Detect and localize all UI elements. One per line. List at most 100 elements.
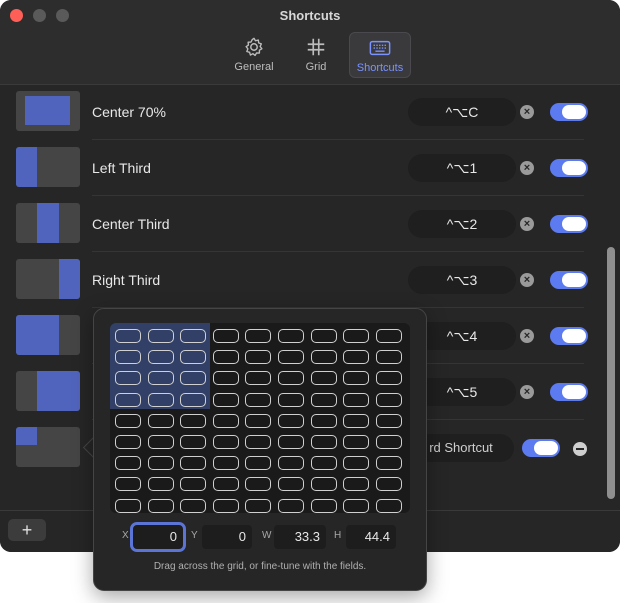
grid-cell[interactable] [147, 350, 174, 365]
grid-cell[interactable] [212, 413, 239, 428]
grid-cell[interactable] [375, 456, 402, 471]
enable-toggle[interactable] [550, 215, 588, 233]
shortcut-row[interactable]: Left Third ^⌥1 × [0, 140, 600, 196]
grid-cell[interactable] [343, 456, 370, 471]
scrollbar-thumb[interactable] [607, 247, 615, 499]
enable-toggle[interactable] [550, 383, 588, 401]
shortcut-recorder[interactable]: ^⌥2 [408, 210, 516, 238]
grid-cell[interactable] [245, 456, 272, 471]
clear-shortcut-icon[interactable]: × [520, 105, 534, 119]
grid-cell[interactable] [375, 392, 402, 407]
grid-cell[interactable] [343, 435, 370, 449]
enable-toggle[interactable] [550, 327, 588, 345]
grid-cell[interactable] [115, 413, 141, 428]
grid-cell[interactable] [245, 413, 272, 428]
add-button[interactable]: + [8, 519, 46, 541]
grid-cell[interactable] [278, 350, 304, 365]
clear-shortcut-icon[interactable]: × [520, 329, 534, 343]
grid-cell[interactable] [115, 350, 141, 365]
grid-cell[interactable] [310, 477, 337, 492]
grid-cell[interactable] [115, 498, 141, 513]
grid-cell[interactable] [343, 498, 370, 513]
clear-shortcut-icon[interactable]: × [520, 161, 534, 175]
enable-toggle[interactable] [550, 271, 588, 289]
grid-cell[interactable] [147, 371, 174, 386]
y-field[interactable]: 0 [202, 525, 252, 549]
grid-cell[interactable] [245, 392, 272, 407]
grid-cell[interactable] [278, 413, 304, 428]
grid-cell[interactable] [375, 350, 402, 365]
grid-cell[interactable] [278, 435, 304, 449]
grid-cell[interactable] [115, 456, 141, 471]
grid-cell[interactable] [212, 456, 239, 471]
grid-cell[interactable] [310, 413, 337, 428]
shortcut-row[interactable]: Center Third ^⌥2 × [0, 196, 600, 252]
grid-cell[interactable] [180, 456, 207, 471]
enable-toggle[interactable] [550, 103, 588, 121]
grid-cell[interactable] [180, 413, 207, 428]
grid-cell[interactable] [375, 329, 402, 343]
grid-cell[interactable] [147, 435, 174, 449]
grid-cell[interactable] [212, 329, 239, 343]
grid-cell[interactable] [375, 435, 402, 449]
clear-shortcut-icon[interactable]: × [520, 217, 534, 231]
grid-cell[interactable] [343, 329, 370, 343]
shortcut-recorder[interactable]: ^⌥3 [408, 266, 516, 294]
grid-cell[interactable] [278, 477, 304, 492]
shortcut-row[interactable]: Center 70% ^⌥C × [0, 84, 600, 140]
grid-cell[interactable] [343, 350, 370, 365]
grid-cell[interactable] [115, 329, 141, 343]
clear-shortcut-icon[interactable]: × [520, 273, 534, 287]
grid-cell[interactable] [278, 371, 304, 386]
grid-cell[interactable] [310, 329, 337, 343]
tab-general[interactable]: General [225, 32, 283, 78]
scrollbar[interactable] [606, 92, 616, 510]
grid-cell[interactable] [245, 371, 272, 386]
grid-cell[interactable] [310, 371, 337, 386]
remove-row-icon[interactable] [573, 442, 587, 456]
grid-cell[interactable] [278, 498, 304, 513]
grid-cell[interactable] [212, 435, 239, 449]
grid-cell[interactable] [310, 392, 337, 407]
grid-cell[interactable] [115, 435, 141, 449]
x-field[interactable]: 0 [130, 522, 186, 552]
grid-cell[interactable] [180, 329, 207, 343]
grid-cell[interactable] [245, 350, 272, 365]
grid-cell[interactable] [180, 350, 207, 365]
shortcut-recorder[interactable]: ^⌥1 [408, 154, 516, 182]
grid-cell[interactable] [180, 477, 207, 492]
grid-cell[interactable] [212, 392, 239, 407]
grid-cell[interactable] [147, 498, 174, 513]
grid-cell[interactable] [147, 392, 174, 407]
w-field[interactable]: 33.3 [274, 525, 326, 549]
grid-cell[interactable] [310, 350, 337, 365]
grid-cell[interactable] [115, 477, 141, 492]
grid-cell[interactable] [180, 498, 207, 513]
grid-cell[interactable] [147, 329, 174, 343]
enable-toggle[interactable] [522, 439, 560, 457]
grid-selector[interactable] [110, 323, 410, 513]
grid-cell[interactable] [245, 477, 272, 492]
grid-cell[interactable] [375, 477, 402, 492]
grid-cell[interactable] [147, 477, 174, 492]
h-field[interactable]: 44.4 [346, 525, 396, 549]
grid-cell[interactable] [212, 477, 239, 492]
grid-cell[interactable] [375, 371, 402, 386]
grid-cell[interactable] [310, 456, 337, 471]
grid-cell[interactable] [212, 350, 239, 365]
grid-cell[interactable] [278, 456, 304, 471]
grid-cell[interactable] [310, 435, 337, 449]
grid-cell[interactable] [245, 435, 272, 449]
shortcut-recorder[interactable]: ^⌥C [408, 98, 516, 126]
grid-cell[interactable] [115, 371, 141, 386]
tab-shortcuts[interactable]: Shortcuts [349, 32, 411, 78]
grid-cell[interactable] [147, 413, 174, 428]
grid-cell[interactable] [375, 413, 402, 428]
grid-cell[interactable] [180, 435, 207, 449]
grid-cell[interactable] [115, 392, 141, 407]
enable-toggle[interactable] [550, 159, 588, 177]
grid-cell[interactable] [212, 498, 239, 513]
grid-cell[interactable] [180, 371, 207, 386]
grid-cell[interactable] [245, 498, 272, 513]
grid-cell[interactable] [212, 371, 239, 386]
